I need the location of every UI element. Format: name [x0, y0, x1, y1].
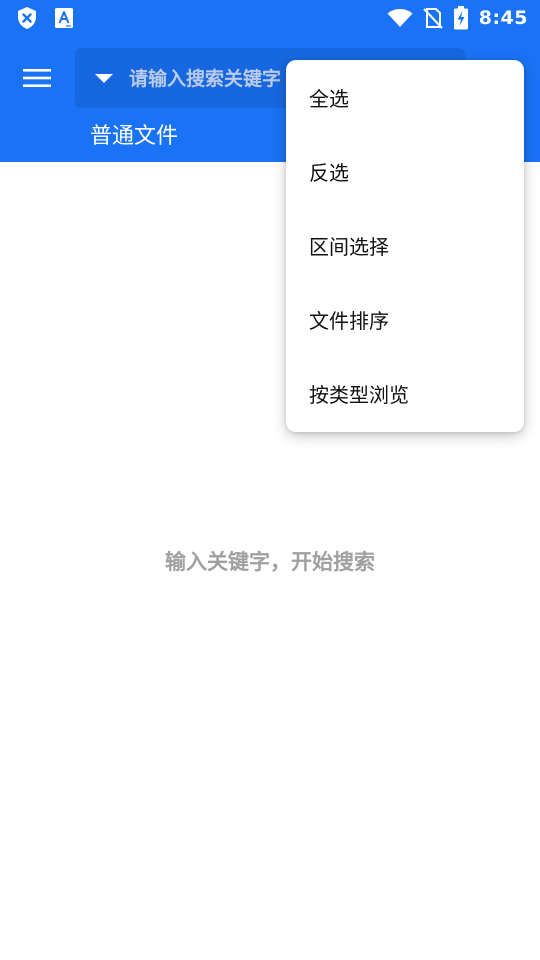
no-sim-icon [423, 7, 443, 29]
status-time: 8:45 [478, 7, 528, 29]
wifi-icon [387, 8, 413, 28]
menu-item-sort-files[interactable]: 文件排序 [286, 282, 524, 356]
overflow-popup-menu: 全选 反选 区间选择 文件排序 按类型浏览 [286, 60, 524, 432]
menu-item-browse-by-type[interactable]: 按类型浏览 [286, 356, 524, 430]
battery-charging-icon [453, 6, 469, 30]
hamburger-menu-icon [23, 68, 51, 88]
status-left-icons [16, 6, 74, 30]
caret-down-icon[interactable] [93, 70, 115, 86]
tab-normal-files[interactable]: 普通文件 [90, 118, 178, 150]
menu-button[interactable] [14, 58, 60, 98]
status-right-icons: 8:45 [387, 0, 528, 36]
shield-x-icon [16, 6, 38, 30]
status-bar: 8:45 [0, 0, 540, 36]
empty-hint: 输入关键字，开始搜索 [165, 550, 375, 574]
menu-item-range-select[interactable]: 区间选择 [286, 208, 524, 282]
menu-item-select-all[interactable]: 全选 [286, 60, 524, 134]
font-a-icon [54, 7, 74, 29]
menu-item-invert-selection[interactable]: 反选 [286, 134, 524, 208]
